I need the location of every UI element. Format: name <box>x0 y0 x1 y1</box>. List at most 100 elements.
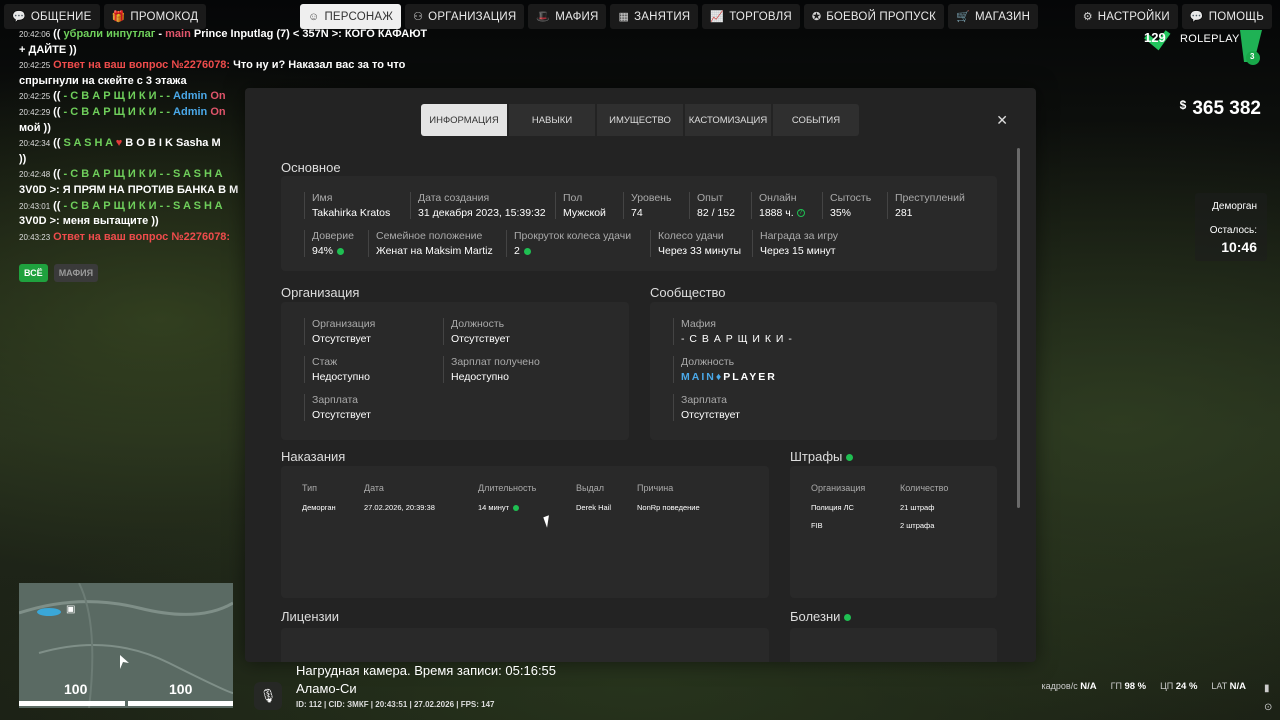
mafia-button[interactable]: 🎩 МАФИЯ <box>528 4 607 29</box>
field-gender: Пол Мужской <box>555 192 606 219</box>
tab-property[interactable]: ИМУЩЕСТВО <box>597 104 683 136</box>
status-dot-icon <box>513 505 520 512</box>
chat-button[interactable]: 💬 ОБЩЕНИЕ <box>4 4 100 29</box>
cpu-stat: ЦП 24 % <box>1160 681 1198 692</box>
field-org-tenure: Стаж Недоступно <box>304 356 370 383</box>
modal-scrollbar[interactable] <box>1017 148 1020 508</box>
punish-issuer: Derek Hail <box>576 503 612 512</box>
chat-message-part: мой )) <box>19 121 51 134</box>
organization-button[interactable]: ⚇ ОРГАНИЗАЦИЯ <box>405 4 525 29</box>
field-trust: Доверие 94% <box>304 230 354 257</box>
table-row: Деморган <box>302 503 336 512</box>
chat-message-part: (( <box>53 90 64 103</box>
promo-icon: 🎁 <box>111 11 126 23</box>
chat-message-part: (( <box>53 105 64 118</box>
field-org-salaries: Зарплат получено Недоступно <box>443 356 540 383</box>
chat-message-part: + ДАЙТЕ )) <box>19 43 77 56</box>
status-dot-icon <box>337 247 345 255</box>
dollar-icon: $ <box>1179 98 1187 112</box>
money-amount: 365 382 <box>1192 98 1261 119</box>
fines-section-title: Штрафы <box>790 449 854 464</box>
chat-message-part: (( <box>53 28 64 40</box>
money-display: $365 382 <box>1180 98 1261 120</box>
field-org-position: Должность Отсутствует <box>443 318 510 345</box>
field-satiety: Сытость 35% <box>822 192 871 219</box>
tab-customization[interactable]: КАСТОМИЗАЦИЯ <box>685 104 771 136</box>
chat-message-part: )) <box>19 152 27 165</box>
chat-message: + ДАЙТЕ )) <box>19 43 459 59</box>
demorgan-label: Деморган <box>1212 201 1257 212</box>
fines-header-org: Организация <box>811 483 866 493</box>
status-dot-icon <box>844 614 852 622</box>
chat-message-part: On <box>207 105 226 118</box>
punish-date: 27.02.2026, 20:39:38 <box>364 503 435 512</box>
info-icon[interactable]: ? <box>796 209 805 218</box>
trade-button[interactable]: 📈 ТОРГОВЛЯ <box>702 4 800 29</box>
chat-tab-mafia[interactable]: МАФИЯ <box>53 264 99 282</box>
chat-message-part: спрыгнули на скейте с 3 этажа <box>19 74 187 87</box>
field-org: Организация Отсутствует <box>304 318 375 345</box>
punish-duration: 14 минут <box>478 503 520 512</box>
close-icon[interactable]: ✕ <box>996 112 1008 129</box>
promo-button[interactable]: 🎁 ПРОМОКОД <box>103 4 207 29</box>
status-dot-icon <box>523 247 531 255</box>
chat-tab-all[interactable]: ВСЁ <box>19 264 48 282</box>
tab-information[interactable]: ИНФОРМАЦИЯ <box>421 104 507 136</box>
chat-message-part: - С В А Р Щ И К И - - <box>63 105 174 118</box>
chat-message-part: Что ну и? Наказал вас за то что <box>230 59 406 72</box>
diseases-card <box>790 628 997 662</box>
chat-message-part: 3V0D >: меня вытащите )) <box>19 215 159 228</box>
org-icon: ⚇ <box>413 11 424 23</box>
field-level: Уровень 74 <box>623 192 671 219</box>
gpu-stat: ГП 98 % <box>1110 681 1147 692</box>
chart-icon: 📈 <box>710 11 725 23</box>
chat-message-part: (( <box>53 168 64 181</box>
punish-card: Тип Дата Длительность Выдал Причина Демо… <box>281 466 769 598</box>
jobs-button[interactable]: ▦ ЗАНЯТИЯ <box>610 4 699 29</box>
settings-small-icon[interactable]: ⊙ <box>1264 702 1272 713</box>
field-community-position: Должность MAIN♦PLAYER <box>673 356 777 383</box>
field-crimes: Преступлений 281 <box>887 192 965 219</box>
tab-events[interactable]: СОБЫТИЯ <box>773 104 859 136</box>
jobs-icon: ▦ <box>618 11 630 23</box>
fines-header-count: Количество <box>900 483 949 493</box>
battle-pass-button[interactable]: ✪ БОЕВОЙ ПРОПУСК <box>803 4 945 29</box>
chat-icon: 💬 <box>12 11 26 23</box>
chat-message-part: Ответ на ваш вопрос №2276078: <box>53 230 231 243</box>
chat-message: 20:42:06(( убрали инпутлаг - main Prince… <box>19 27 459 43</box>
basic-section-title: Основное <box>281 160 341 175</box>
health-value: 100 <box>64 681 88 697</box>
minimap-terrain <box>19 583 233 708</box>
mafia-icon: 🎩 <box>536 11 551 23</box>
licenses-card <box>281 628 769 662</box>
diseases-section-title: Болезни <box>790 609 852 624</box>
location-text: Аламо-Си <box>296 681 357 696</box>
chat-timestamp: 20:43:01 <box>19 201 51 211</box>
chat-message-part: - С В А Р Щ И К И - - S A S H A <box>63 168 223 181</box>
chat-message: 20:42:25 Ответ на ваш вопрос №2276078: Чт… <box>19 58 459 74</box>
person-icon: ☺ <box>308 10 320 23</box>
microphone-icon[interactable]: 🎙 <box>254 682 282 710</box>
shop-button[interactable]: 🛒 МАГАЗИН <box>948 4 1039 29</box>
remaining-label: Осталось: <box>1209 225 1257 236</box>
health-bar <box>19 701 125 706</box>
character-button[interactable]: ☺ ПЕРСОНАЖ <box>300 4 402 29</box>
chat-message-part: Admin <box>173 90 208 103</box>
chat-message-part: (( <box>53 199 64 212</box>
top-bar-center: ☺ ПЕРСОНАЖ ⚇ ОРГАНИЗАЦИЯ 🎩 МАФИЯ ▦ ЗАНЯТИЯ 📈… <box>300 4 1042 29</box>
chat-message-part: Ответ на ваш вопрос №2276078: <box>53 59 231 72</box>
org-section-title: Организация <box>281 285 360 300</box>
field-wheel: Колесо удачи Через 33 минуты <box>650 230 741 257</box>
chat-timestamp: 20:43:23 <box>19 232 51 242</box>
field-community-salary: Зарплата Отсутствует <box>673 394 740 421</box>
table-row: FIB <box>811 521 823 530</box>
basic-card: Имя Takahirka Kratos Дата создания 31 дека… <box>281 176 997 271</box>
cart-icon: 🛒 <box>956 11 970 23</box>
armor-bar <box>128 701 233 706</box>
gear-icon: ⚙ <box>1082 11 1093 23</box>
chat-message-part: (( <box>53 137 64 150</box>
punish-reason: NonRp поведение <box>637 503 700 512</box>
punish-header-date: Дата <box>364 483 384 493</box>
tab-skills[interactable]: НАВЫКИ <box>509 104 595 136</box>
community-card: Мафия - С В А Р Щ И К И - Должность MAIN♦P… <box>650 302 997 440</box>
